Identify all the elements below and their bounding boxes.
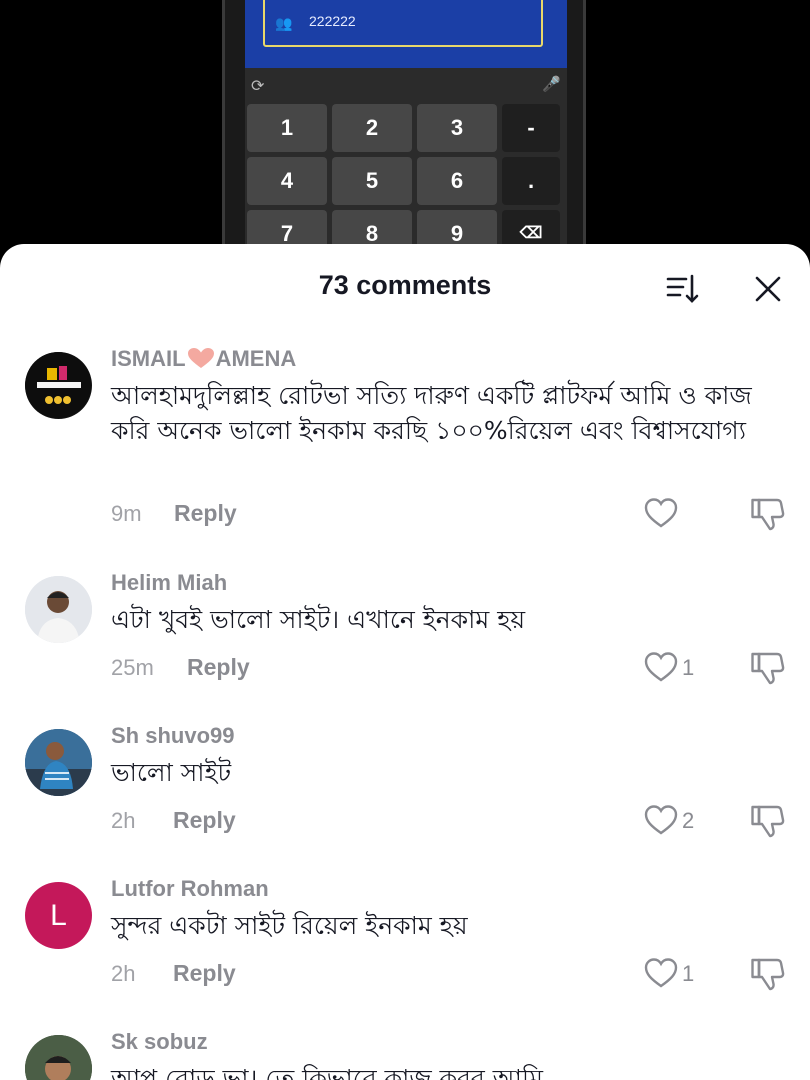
account-number: 222222 xyxy=(309,13,356,29)
comment-text: ভালো সাইট xyxy=(111,758,232,787)
key-6: 6 xyxy=(417,157,497,205)
dislike-icon[interactable] xyxy=(750,496,786,532)
avatar[interactable] xyxy=(25,352,92,419)
like-count: 2 xyxy=(682,808,695,833)
reply-button[interactable]: Reply xyxy=(173,807,236,834)
comment-text: আপ রোড ভা। তে কিভাবে কাজ করব আমি xyxy=(111,1064,543,1080)
avatar[interactable] xyxy=(25,729,92,796)
phone-in-video: 👥 222222 ⟳ 🎤 1 2 3 - 4 5 6 . 7 8 9 ⌫ xyxy=(222,0,586,280)
comment-time: 2h xyxy=(111,961,136,986)
like-heart-icon[interactable] xyxy=(644,804,678,836)
refresh-icon: ⟳ xyxy=(251,78,265,95)
video-background[interactable]: 👥 222222 ⟳ 🎤 1 2 3 - 4 5 6 . 7 8 9 ⌫ xyxy=(0,0,810,280)
comment-text: এটা খুবই ভালো সাইট। এখানে ইনকাম হয় xyxy=(111,605,526,634)
phone-app-header: 👥 222222 xyxy=(245,0,567,68)
key-dot: . xyxy=(502,157,560,205)
comment-time: 25m xyxy=(111,655,154,680)
like-count: 1 xyxy=(682,655,695,680)
avatar[interactable] xyxy=(25,1035,92,1080)
reply-button[interactable]: Reply xyxy=(187,654,250,681)
key-3: 3 xyxy=(417,104,497,152)
like-heart-icon[interactable] xyxy=(644,497,678,529)
mic-icon: 🎤 xyxy=(542,76,561,93)
close-icon[interactable] xyxy=(755,276,781,302)
dislike-icon[interactable] xyxy=(750,956,786,992)
comments-sheet: 73 comments ISMAIL AMENA আলহামদুলিল্লাহ … xyxy=(0,244,810,1080)
comment-username[interactable]: Helim Miah xyxy=(111,570,227,596)
comment-text: সুন্দর একটা সাইট রিয়েল ইনকাম হয় xyxy=(111,911,468,940)
comment-time: 9m xyxy=(111,501,142,526)
avatar[interactable] xyxy=(25,576,92,643)
key-1: 1 xyxy=(247,104,327,152)
comment-time: 2h xyxy=(111,808,136,833)
like-heart-icon[interactable] xyxy=(644,651,678,683)
dislike-icon[interactable] xyxy=(750,803,786,839)
comment-username[interactable]: Sh shuvo99 xyxy=(111,723,234,749)
heart-emoji-icon xyxy=(187,347,215,369)
dislike-icon[interactable] xyxy=(750,650,786,686)
comment-text: আলহামদুলিল্লাহ রোটভা সত্যি দারুণ একটি প্… xyxy=(111,381,752,445)
reply-button[interactable]: Reply xyxy=(174,500,237,527)
key-5: 5 xyxy=(332,157,412,205)
people-icon: 👥 xyxy=(275,15,293,31)
account-number-box: 👥 222222 xyxy=(263,0,543,47)
like-count: 1 xyxy=(682,961,695,986)
comment-username[interactable]: Lutfor Rohman xyxy=(111,876,269,902)
sort-icon[interactable] xyxy=(666,274,700,304)
comment-username[interactable]: Sk sobuz xyxy=(111,1029,208,1055)
key-4: 4 xyxy=(247,157,327,205)
comment-username[interactable]: ISMAIL AMENA xyxy=(111,346,296,372)
key-dash: - xyxy=(502,104,560,152)
reply-button[interactable]: Reply xyxy=(173,960,236,987)
avatar[interactable]: L xyxy=(25,882,92,949)
key-2: 2 xyxy=(332,104,412,152)
like-heart-icon[interactable] xyxy=(644,957,678,989)
